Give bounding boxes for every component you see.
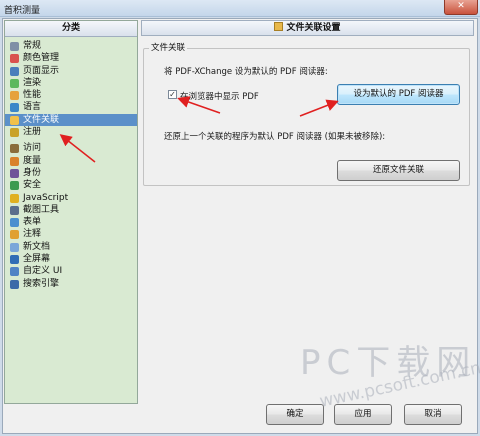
sidebar-item[interactable]: 文件关联	[5, 113, 137, 127]
default-reader-text: 将 PDF-XChange 设为默认的 PDF 阅读器:	[164, 67, 328, 77]
sidebar-item[interactable]: 搜索引擎	[5, 278, 137, 290]
sidebar-item-label: 文件关联	[23, 114, 60, 125]
sidebar-item-label: 语言	[23, 102, 42, 113]
gear-icon	[10, 42, 19, 51]
sidebar-item-label: 访问	[23, 143, 42, 154]
sidebar-item-label: 自定义 UI	[23, 266, 63, 277]
new-document-icon	[10, 242, 19, 252]
sidebar-item[interactable]: 度量	[5, 155, 137, 167]
palette-icon	[10, 54, 19, 64]
sidebar-item[interactable]: 截图工具	[5, 204, 137, 216]
show-in-browser-checkbox[interactable]: ✓	[168, 90, 177, 99]
sidebar-item-label: 常规	[23, 41, 42, 51]
javascript-icon	[10, 193, 19, 203]
sidebar-item-label: 身份	[23, 167, 42, 178]
window-title: 首积测量	[4, 6, 41, 16]
customize-icon	[10, 267, 19, 277]
content-header-title: 文件关联设置	[286, 23, 341, 33]
sidebar-item-label: 性能	[23, 90, 42, 101]
sidebar-item[interactable]: 全屏幕	[5, 253, 137, 265]
ok-button[interactable]: 确定	[266, 404, 324, 425]
sidebar-item-label: 表单	[23, 217, 42, 228]
sidebar-item[interactable]: JavaScript	[5, 192, 137, 204]
sidebar-item-label: 安全	[23, 180, 42, 191]
restore-association-text: 还原上一个关联的程序为默认 PDF 阅读器 (如果未被移除):	[164, 132, 386, 142]
form-icon	[10, 218, 19, 228]
performance-icon	[10, 91, 19, 101]
sidebar-item[interactable]: 注释	[5, 228, 137, 240]
cancel-button[interactable]: 取消	[404, 404, 462, 425]
ruler-icon	[10, 156, 19, 166]
content-header: 文件关联设置	[141, 20, 474, 36]
sidebar-item[interactable]: 颜色管理	[5, 52, 137, 64]
sidebar-item-label: 渲染	[23, 77, 42, 88]
checkmark-icon: ✓	[169, 90, 176, 99]
access-icon	[10, 144, 19, 154]
sidebar-item[interactable]: 渲染	[5, 77, 137, 89]
shield-icon	[10, 181, 19, 191]
sidebar-item-label: 度量	[23, 155, 42, 166]
sidebar-item[interactable]: 自定义 UI	[5, 265, 137, 277]
language-icon	[10, 103, 19, 113]
fullscreen-icon	[10, 255, 19, 265]
sidebar-item[interactable]: 身份	[5, 167, 137, 179]
sidebar-item[interactable]: 注册	[5, 126, 137, 138]
comment-icon	[10, 230, 19, 240]
category-sidebar: 分类 常规颜色管理 页面显示 渲染性能 语言 文件关联注册访问 度量 身份安全 JavaScr…	[4, 20, 138, 404]
sidebar-item[interactable]: 安全	[5, 179, 137, 191]
sidebar-item[interactable]: 性能	[5, 89, 137, 101]
file-association-icon	[274, 22, 284, 31]
sidebar-item-label: 注释	[23, 229, 42, 240]
sidebar-item-label: 全屏幕	[23, 254, 51, 265]
sidebar-item[interactable]: 语言	[5, 101, 137, 113]
title-bar: 首积测量	[0, 0, 480, 17]
sidebar-item-label: 截图工具	[23, 204, 60, 215]
identity-icon	[10, 168, 19, 178]
key-icon	[10, 128, 19, 138]
close-button[interactable]: ✕	[444, 0, 478, 15]
sidebar-item-label: 注册	[23, 127, 42, 138]
set-default-reader-button[interactable]: 设为默认的 PDF 阅读器	[337, 84, 460, 105]
file-association-icon	[10, 115, 19, 125]
sidebar-header: 分类	[5, 21, 137, 37]
sidebar-item-label: JavaScript	[23, 192, 69, 203]
restore-association-button[interactable]: 还原文件关联	[337, 160, 460, 181]
page-icon	[10, 66, 19, 76]
category-list: 常规颜色管理 页面显示 渲染性能 语言 文件关联注册访问 度量 身份安全 JavaScript…	[5, 37, 137, 290]
search-engine-icon	[10, 279, 19, 289]
render-icon	[10, 78, 19, 88]
sidebar-item-label: 搜索引擎	[23, 278, 60, 289]
sidebar-item-label: 颜色管理	[23, 53, 60, 64]
sidebar-item[interactable]: 新文档	[5, 241, 137, 253]
sidebar-item[interactable]: 页面显示	[5, 65, 137, 77]
sidebar-item[interactable]: 常规	[5, 40, 137, 52]
show-in-browser-label[interactable]: 在浏览器中显示 PDF	[180, 90, 259, 102]
snapshot-icon	[10, 205, 19, 215]
sidebar-item[interactable]: 表单	[5, 216, 137, 228]
group-title: 文件关联	[149, 41, 188, 53]
sidebar-item-label: 新文档	[23, 241, 51, 252]
sidebar-item-label: 页面显示	[23, 65, 60, 76]
sidebar-item[interactable]: 访问	[5, 142, 137, 154]
